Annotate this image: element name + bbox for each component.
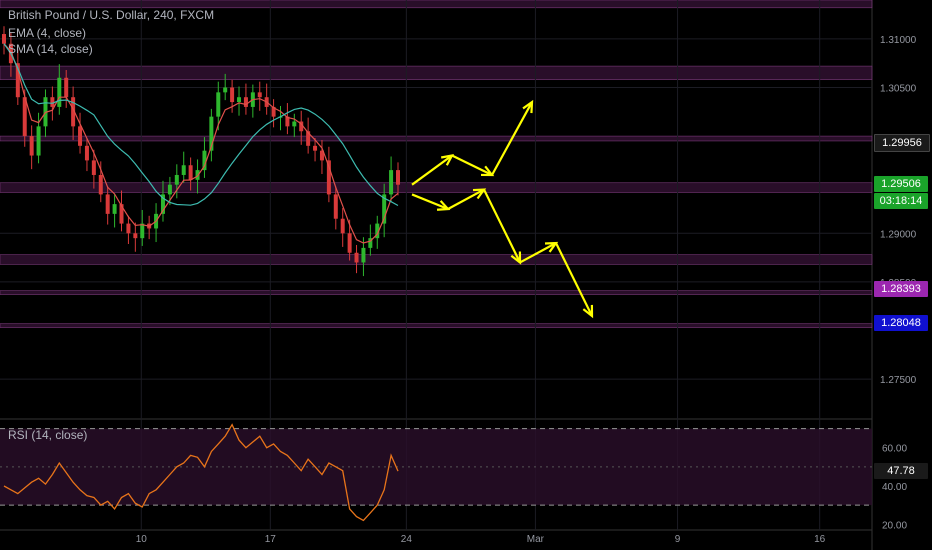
sr-zone (0, 0, 873, 9)
candle-body (133, 233, 138, 239)
price-tick-label: 1.27500 (880, 375, 917, 386)
candle-body (396, 170, 400, 185)
candle-body (174, 174, 179, 185)
candle-body (340, 218, 345, 234)
candle-body (347, 233, 352, 253)
sr-zone (0, 182, 873, 193)
ema-legend: EMA (4, close) (8, 26, 87, 40)
time-tick-label: 10 (136, 534, 148, 545)
candle-body (333, 194, 338, 219)
candle-body (29, 136, 34, 156)
candle-body (84, 145, 89, 161)
sr-zone (0, 65, 873, 81)
candle-body (98, 174, 103, 195)
candle-body (361, 247, 366, 263)
chart-canvas[interactable]: 1.310001.305001.290001.285001.2750010172… (0, 0, 932, 550)
candle-body (354, 252, 359, 263)
candle-body (292, 121, 297, 127)
candle-body (223, 87, 228, 93)
sr-zone (0, 290, 873, 295)
forecast-arrow-segment (451, 154, 493, 176)
candle-body (64, 77, 69, 98)
candle-body (91, 160, 96, 175)
candle-body (389, 170, 394, 195)
price-tag-support-2: 1.28048 (874, 315, 928, 331)
forecast-arrow-segment (483, 189, 521, 263)
candle-body (140, 223, 145, 239)
candle-body (36, 126, 41, 156)
price-tag-countdown: 03:18:14 (874, 193, 928, 209)
rsi-band-fill (0, 428, 872, 506)
candle-body (216, 92, 221, 117)
time-tick-label: Mar (527, 534, 545, 545)
price-tag-resistance: 1.29956 (874, 134, 930, 152)
price-tick-label: 1.29000 (880, 229, 917, 240)
sr-zone (0, 323, 873, 328)
rsi-tick-label: 40.00 (882, 482, 907, 493)
price-tag-last: 1.29506 (874, 176, 928, 192)
candle-body (126, 223, 131, 234)
symbol-title: British Pound / U.S. Dollar, 240, FXCM (8, 8, 215, 22)
candle-body (78, 126, 83, 146)
rsi-legend: RSI (14, close) (8, 428, 88, 442)
candle-body (105, 194, 110, 214)
candle-body (243, 97, 248, 107)
price-tag-support-1: 1.28393 (874, 281, 928, 297)
time-tick-label: 17 (265, 534, 277, 545)
candle-body (230, 87, 235, 103)
candle-body (57, 77, 62, 107)
sma-legend: SMA (14, close) (8, 42, 93, 56)
forecast-arrow-segment (555, 242, 593, 317)
candle-body (181, 165, 186, 175)
candle-body (112, 204, 117, 214)
rsi-tick-label: 20.00 (882, 520, 907, 531)
sr-zone (0, 135, 873, 142)
sr-zone (0, 254, 873, 265)
candle-body (237, 97, 242, 103)
candle-body (2, 34, 6, 44)
candle-body (188, 165, 193, 180)
candle-body (167, 184, 172, 195)
time-tick-label: 16 (814, 534, 826, 545)
price-tick-label: 1.30500 (880, 83, 917, 94)
time-tick-label: 9 (675, 534, 681, 545)
rsi-tick-label: 60.00 (882, 444, 907, 455)
forecast-arrow-segment (411, 154, 453, 186)
price-tick-label: 1.31000 (880, 35, 917, 46)
time-tick-label: 24 (401, 534, 413, 545)
rsi-value-tag: 47.78 (874, 463, 928, 479)
candle-body (313, 145, 318, 151)
candle-body (257, 92, 262, 98)
